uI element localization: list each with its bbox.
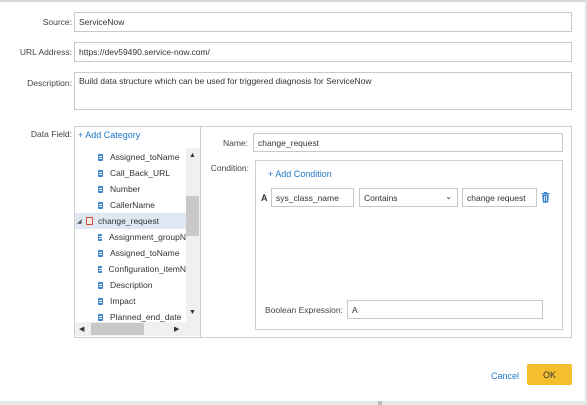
- tree-item[interactable]: Description: [75, 277, 186, 293]
- add-condition-link[interactable]: + Add Condition: [268, 169, 332, 179]
- field-icon: [98, 201, 103, 209]
- field-icon: [98, 169, 103, 177]
- tree-item[interactable]: Planned_end_date: [75, 309, 186, 322]
- source-field[interactable]: ServiceNow: [74, 12, 572, 32]
- scroll-up-arrow-icon[interactable]: ▲: [189, 152, 196, 159]
- field-icon: [98, 313, 103, 321]
- scroll-left-arrow-icon[interactable]: ◀: [79, 326, 84, 333]
- description-label: Description:: [27, 78, 72, 88]
- ok-button[interactable]: OK: [527, 364, 572, 385]
- source-value: ServiceNow: [79, 17, 125, 27]
- boolean-expression-input[interactable]: A: [347, 300, 543, 319]
- field-icon: [98, 281, 103, 289]
- category-icon: [86, 217, 93, 225]
- condition-field-input[interactable]: sys_class_name: [271, 188, 354, 207]
- tree-item[interactable]: Call_Back_URL: [75, 165, 186, 181]
- scroll-down-arrow-icon[interactable]: ▼: [189, 309, 196, 316]
- tree-horizontal-scroll-thumb[interactable]: [91, 323, 144, 335]
- tree-item[interactable]: Assigned_toName: [75, 149, 186, 165]
- cancel-button[interactable]: Cancel: [488, 368, 522, 384]
- tree-item[interactable]: Assignment_groupN: [75, 229, 186, 245]
- field-icon: [98, 153, 103, 161]
- window-bottom-border: [0, 401, 587, 405]
- scrollbar-corner: [186, 322, 200, 336]
- data-field-label: Data Field:: [30, 129, 72, 139]
- source-label: Source:: [42, 17, 72, 27]
- description-textarea[interactable]: Build data structure which can be used f…: [74, 72, 572, 110]
- url-label: URL Address:: [19, 47, 72, 57]
- tree-item-selected[interactable]: ◢ change_request: [75, 213, 186, 229]
- window-top-border: [0, 0, 587, 2]
- field-icon: [98, 265, 102, 273]
- condition-value-input[interactable]: change request: [462, 188, 537, 207]
- tree-item[interactable]: Number: [75, 181, 186, 197]
- resize-marker: [378, 401, 382, 405]
- name-field[interactable]: change_request: [253, 133, 563, 152]
- trash-icon[interactable]: [541, 192, 550, 203]
- data-field-tree: Assigned_toName Call_Back_URL Number Cal…: [75, 148, 186, 322]
- field-icon: [98, 233, 102, 241]
- add-category-link[interactable]: + Add Category: [78, 130, 140, 140]
- scroll-right-arrow-icon[interactable]: ▶: [174, 326, 179, 333]
- description-value: Build data structure which can be used f…: [79, 76, 372, 86]
- tree-item[interactable]: Assigned_toName: [75, 245, 186, 261]
- condition-label: Condition:: [210, 163, 249, 173]
- condition-letter: A: [261, 193, 268, 203]
- tree-item[interactable]: CallerName: [75, 197, 186, 213]
- boolean-expression-label: Boolean Expression:: [265, 305, 343, 315]
- name-value: change_request: [258, 137, 319, 148]
- field-icon: [98, 297, 103, 305]
- expand-triangle-icon[interactable]: ◢: [77, 218, 84, 225]
- field-icon: [98, 249, 103, 257]
- url-field[interactable]: https://dev59490.service-now.com/: [74, 42, 572, 62]
- tree-vertical-scroll-thumb[interactable]: [186, 196, 199, 236]
- condition-operator-select[interactable]: Contains ⌄: [359, 188, 458, 207]
- chevron-down-icon: ⌄: [445, 192, 452, 201]
- url-value: https://dev59490.service-now.com/: [79, 47, 210, 57]
- name-label: Name:: [222, 138, 248, 148]
- tree-item[interactable]: Impact: [75, 293, 186, 309]
- field-icon: [98, 185, 103, 193]
- tree-item[interactable]: Configuration_itemN: [75, 261, 186, 277]
